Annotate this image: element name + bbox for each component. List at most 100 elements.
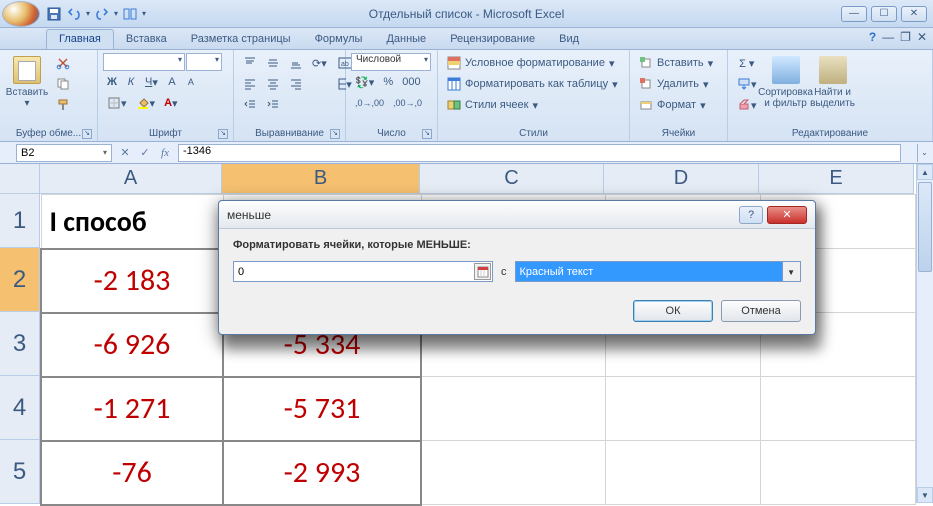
increase-indent-button[interactable]: [262, 95, 284, 115]
doc-minimize-icon[interactable]: —: [882, 30, 894, 44]
cell-styles-button[interactable]: Стили ячеек ▾: [443, 95, 624, 115]
scroll-up-icon[interactable]: ▲: [917, 164, 933, 180]
shrink-font-button[interactable]: A: [182, 72, 200, 92]
copy-button[interactable]: [52, 74, 74, 94]
office-button[interactable]: [2, 1, 40, 27]
alignment-launcher-icon[interactable]: ↘: [330, 129, 340, 139]
cut-button[interactable]: [52, 53, 74, 73]
name-box[interactable]: B2▾: [16, 144, 112, 162]
increase-decimal-button[interactable]: ,0→,00: [351, 93, 388, 113]
delete-cells-button[interactable]: Удалить ▾: [635, 74, 722, 94]
qat-extra-icon[interactable]: [122, 6, 138, 22]
tab-data[interactable]: Данные: [374, 30, 438, 49]
fill-color-button[interactable]: ▾: [132, 93, 160, 113]
cell-B5[interactable]: -2 993: [223, 441, 421, 505]
cancel-button[interactable]: Отмена: [721, 300, 801, 322]
col-D[interactable]: D: [604, 164, 759, 194]
align-left-button[interactable]: [239, 74, 261, 94]
autosum-button[interactable]: Σ ▾: [733, 53, 761, 73]
cell-A1[interactable]: I способ: [41, 195, 223, 249]
row-4[interactable]: 4: [0, 376, 40, 440]
close-button[interactable]: ✕: [901, 6, 927, 22]
cell-A4[interactable]: -1 271: [41, 377, 223, 441]
expand-formula-bar-icon[interactable]: ⌄: [917, 144, 931, 162]
underline-button[interactable]: Ч ▾: [141, 72, 162, 92]
paste-button[interactable]: Вставить ▾: [5, 53, 49, 119]
cell-C4[interactable]: [421, 377, 605, 441]
col-C[interactable]: C: [420, 164, 604, 194]
cell-A2[interactable]: -2 183: [41, 249, 223, 313]
formula-input[interactable]: -1346: [178, 144, 901, 162]
format-cells-button[interactable]: Формат ▾: [635, 95, 722, 115]
decrease-decimal-button[interactable]: ,00→,0: [389, 93, 426, 113]
enter-formula-button[interactable]: ✓: [136, 144, 154, 162]
col-A[interactable]: A: [40, 164, 222, 194]
tab-page-layout[interactable]: Разметка страницы: [179, 30, 303, 49]
dialog-titlebar[interactable]: меньше ? ✕: [219, 201, 815, 229]
cell-A5[interactable]: -76: [41, 441, 223, 505]
align-right-button[interactable]: [285, 74, 307, 94]
row-3[interactable]: 3: [0, 312, 40, 376]
number-format-combo[interactable]: Числовой: [351, 53, 431, 71]
threshold-input[interactable]: [233, 261, 493, 282]
number-launcher-icon[interactable]: ↘: [422, 129, 432, 139]
row-5[interactable]: 5: [0, 440, 40, 504]
row-1[interactable]: 1: [0, 194, 40, 248]
format-select[interactable]: Красный текст ▼: [515, 261, 802, 282]
undo-dropdown-icon[interactable]: ▾: [86, 9, 90, 18]
percent-button[interactable]: %: [379, 72, 397, 92]
cell-D5[interactable]: [605, 441, 760, 505]
cell-E5[interactable]: [760, 441, 915, 505]
save-icon[interactable]: [46, 6, 62, 22]
row-2[interactable]: 2: [0, 248, 40, 312]
insert-cells-button[interactable]: Вставить ▾: [635, 53, 722, 73]
font-size-combo[interactable]: [186, 53, 222, 71]
cell-B4[interactable]: -5 731: [223, 377, 421, 441]
conditional-formatting-button[interactable]: Условное форматирование ▾: [443, 53, 624, 73]
decrease-indent-button[interactable]: [239, 95, 261, 115]
fx-button[interactable]: fx: [156, 144, 174, 162]
dialog-help-button[interactable]: ?: [739, 206, 763, 224]
qat-customize-icon[interactable]: ▾: [142, 9, 146, 18]
tab-insert[interactable]: Вставка: [114, 30, 179, 49]
cell-A3[interactable]: -6 926: [41, 313, 223, 377]
align-middle-button[interactable]: [262, 53, 284, 73]
cell-E4[interactable]: [760, 377, 915, 441]
minimize-button[interactable]: —: [841, 6, 867, 22]
accounting-format-button[interactable]: 💱▾: [351, 72, 378, 92]
cell-D4[interactable]: [605, 377, 760, 441]
range-picker-button[interactable]: [474, 263, 491, 280]
tab-view[interactable]: Вид: [547, 30, 591, 49]
grow-font-button[interactable]: A: [163, 72, 181, 92]
sort-filter-button[interactable]: Сортировка и фильтр: [764, 53, 808, 119]
font-launcher-icon[interactable]: ↘: [218, 129, 228, 139]
help-icon[interactable]: ?: [869, 30, 876, 44]
align-center-button[interactable]: [262, 74, 284, 94]
redo-icon[interactable]: [94, 6, 110, 22]
tab-home[interactable]: Главная: [46, 29, 114, 49]
doc-close-icon[interactable]: ✕: [917, 30, 927, 44]
clear-button[interactable]: ▾: [733, 95, 761, 115]
align-top-button[interactable]: [239, 53, 261, 73]
format-painter-button[interactable]: [52, 95, 74, 115]
bold-button[interactable]: Ж: [103, 72, 121, 92]
font-color-button[interactable]: A▾: [160, 93, 181, 113]
cancel-formula-button[interactable]: ✕: [116, 144, 134, 162]
clipboard-launcher-icon[interactable]: ↘: [82, 129, 92, 139]
tab-review[interactable]: Рецензирование: [438, 30, 547, 49]
format-as-table-button[interactable]: Форматировать как таблицу ▾: [443, 74, 624, 94]
scroll-thumb[interactable]: [918, 182, 932, 272]
redo-dropdown-icon[interactable]: ▾: [114, 9, 118, 18]
undo-icon[interactable]: [66, 6, 82, 22]
tab-formulas[interactable]: Формулы: [303, 30, 375, 49]
find-select-button[interactable]: Найти и выделить: [811, 53, 855, 119]
col-E[interactable]: E: [759, 164, 914, 194]
comma-style-button[interactable]: 000: [398, 72, 424, 92]
fill-button[interactable]: ▾: [733, 74, 761, 94]
orientation-button[interactable]: ⟳▾: [308, 53, 331, 73]
ok-button[interactable]: ОК: [633, 300, 713, 322]
scroll-down-icon[interactable]: ▼: [917, 487, 933, 503]
dialog-close-button[interactable]: ✕: [767, 206, 807, 224]
select-all-corner[interactable]: [0, 164, 40, 194]
italic-button[interactable]: К: [122, 72, 140, 92]
